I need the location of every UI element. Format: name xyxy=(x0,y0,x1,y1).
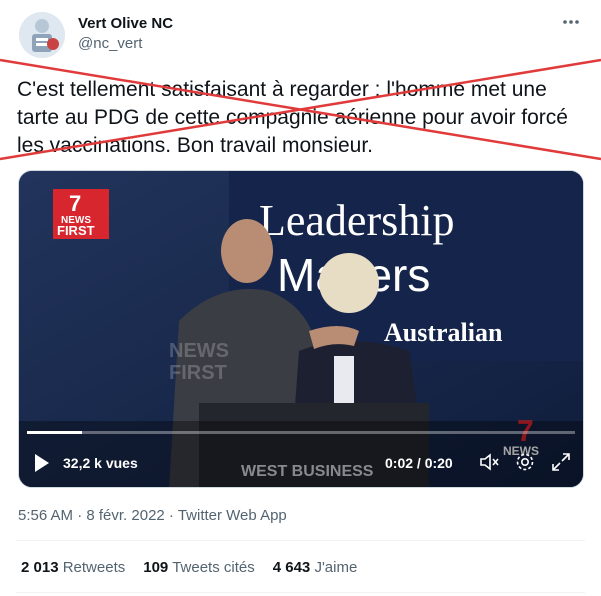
quotes-label: Tweets cités xyxy=(172,559,255,576)
tweet-stats: 2 013 Retweets 109 Tweets cités 4 643 J'… xyxy=(21,559,357,576)
video-controls: 32,2 k vues 0:02 / 0:20 xyxy=(19,427,583,487)
likes-label: J'aime xyxy=(314,559,358,576)
retweets-label: Retweets xyxy=(62,559,126,576)
video-time: 0:02 / 0:20 xyxy=(385,455,453,471)
view-count: 32,2 k vues xyxy=(63,455,138,471)
retweets-count: 2 013 xyxy=(21,559,59,576)
user-handle[interactable]: @nc_vert xyxy=(78,34,173,54)
divider-top xyxy=(16,540,585,541)
avatar[interactable] xyxy=(19,12,65,58)
likes-stat[interactable]: 4 643 J'aime xyxy=(273,559,358,576)
progress-bar[interactable] xyxy=(27,431,575,434)
play-icon[interactable] xyxy=(33,453,51,473)
settings-icon[interactable] xyxy=(514,451,536,473)
banner-line3: Australian xyxy=(384,318,503,347)
quotes-stat[interactable]: 109 Tweets cités xyxy=(143,559,254,576)
progress-fill xyxy=(27,431,82,434)
banner-line1: Leadership xyxy=(259,196,454,245)
badge-bottom: FIRST xyxy=(57,223,95,238)
watermark-top: NEWS xyxy=(169,340,229,362)
more-options-icon[interactable] xyxy=(561,12,581,37)
fullscreen-icon[interactable] xyxy=(550,451,572,473)
volume-icon[interactable] xyxy=(478,451,500,473)
divider-bottom xyxy=(16,592,585,593)
watermark-bottom: FIRST xyxy=(169,362,227,384)
quotes-count: 109 xyxy=(143,559,169,576)
svg-text:7: 7 xyxy=(69,191,81,216)
retweets-stat[interactable]: 2 013 Retweets xyxy=(21,559,125,576)
tweet-text: C'est tellement satisfaisant à regarder … xyxy=(17,78,568,157)
tweet-header: Vert Olive NC @nc_vert xyxy=(16,12,585,60)
tweet-timestamp[interactable]: 5:56 AM · 8 févr. 2022 · Twitter Web App xyxy=(18,507,287,524)
likes-count: 4 643 xyxy=(272,559,311,576)
video-player[interactable]: Leadership Matters Australian WEST BUSIN… xyxy=(18,170,584,488)
display-name[interactable]: Vert Olive NC xyxy=(78,14,173,34)
user-info: Vert Olive NC @nc_vert xyxy=(78,14,173,54)
